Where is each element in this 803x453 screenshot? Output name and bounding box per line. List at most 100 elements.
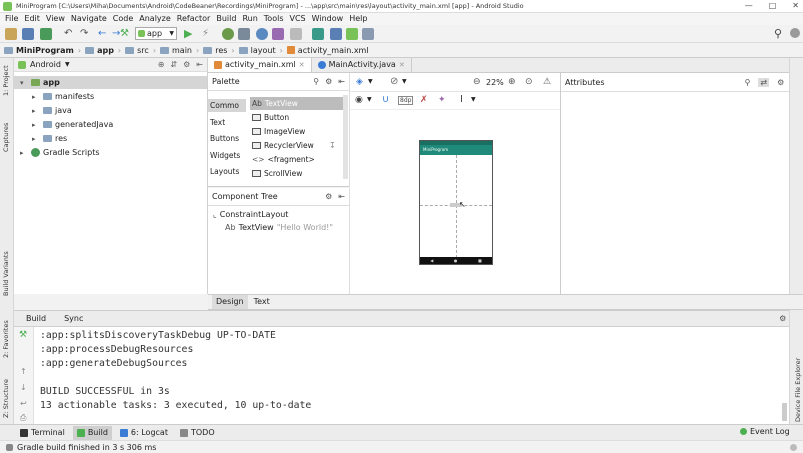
menu-file[interactable]: File: [2, 13, 21, 25]
build-hammer-icon[interactable]: ⚒: [19, 330, 27, 340]
palette-item-imageview[interactable]: ImageView: [250, 125, 348, 138]
gear-icon[interactable]: ⚙: [777, 78, 784, 87]
default-margins-icon[interactable]: 8dp: [398, 96, 414, 105]
menu-window[interactable]: Window: [309, 13, 347, 25]
hide-icon[interactable]: ⇤: [338, 77, 345, 86]
autoconnect-magnet-icon[interactable]: ∪: [382, 94, 389, 105]
tool-window-logcat[interactable]: 6: Logcat: [116, 426, 172, 440]
redo-icon[interactable]: ↷: [80, 28, 92, 40]
structure-tool-tab[interactable]: Z: Structure: [2, 379, 10, 418]
phone-preview[interactable]: MiniProgram ◀ ● ■: [419, 140, 493, 265]
chevron-right-icon[interactable]: ▸: [32, 93, 40, 101]
menu-edit[interactable]: Edit: [21, 13, 43, 25]
tree-item-gradle-scripts[interactable]: ▸ Gradle Scripts: [14, 146, 207, 159]
status-toggle-icon[interactable]: [6, 443, 13, 451]
tab-design[interactable]: Design: [212, 295, 248, 309]
coverage-icon[interactable]: [272, 28, 284, 40]
profile-icon[interactable]: [256, 28, 268, 40]
sync-icon[interactable]: [40, 28, 52, 40]
build-variants-tool-tab[interactable]: Build Variants: [2, 251, 10, 296]
attach-debugger-icon[interactable]: [238, 28, 250, 40]
build-tab-build[interactable]: Build: [26, 314, 46, 323]
gear-icon[interactable]: ⚙: [325, 192, 332, 201]
clear-constraints-icon[interactable]: ✗: [420, 95, 428, 105]
palette-item-button[interactable]: Button: [250, 111, 348, 124]
hide-icon[interactable]: ⇤: [196, 60, 203, 69]
wrap-icon[interactable]: ↩: [20, 399, 27, 408]
tab-mainactivity-java[interactable]: MainActivity.java ✕: [312, 58, 412, 72]
run-icon[interactable]: ▶: [184, 28, 196, 40]
project-tool-tab[interactable]: 1: Project: [2, 65, 10, 96]
event-indicator-icon[interactable]: [790, 443, 797, 451]
scroll-up-icon[interactable]: ↑: [20, 367, 27, 376]
palette-category-commo[interactable]: Commo: [208, 99, 246, 112]
search-icon[interactable]: ⚲: [774, 28, 786, 40]
tabs-overflow-icon[interactable]: [560, 58, 803, 73]
make-project-icon[interactable]: ⚒: [120, 28, 132, 40]
menu-build[interactable]: Build: [213, 13, 239, 25]
apply-changes-icon[interactable]: ⚡: [202, 28, 214, 40]
back-icon[interactable]: ←: [98, 28, 110, 40]
warning-icon[interactable]: ⚠: [543, 77, 551, 87]
tool-window-todo[interactable]: TODO: [176, 426, 219, 440]
search-icon[interactable]: ⚲: [745, 78, 751, 87]
close-icon[interactable]: ✕: [399, 58, 405, 72]
tab-activity_main-xml[interactable]: activity_main.xml ✕: [208, 58, 312, 72]
avd-manager-icon[interactable]: [330, 28, 342, 40]
print-icon[interactable]: ⎙: [20, 413, 26, 423]
hide-icon[interactable]: ⇤: [338, 192, 345, 201]
tree-item-generatedjava[interactable]: ▸ generatedJava: [14, 118, 207, 131]
zoom-in-icon[interactable]: ⊕: [508, 77, 516, 87]
orientation-icon[interactable]: ⊘: [390, 76, 398, 87]
breadcrumb-item[interactable]: activity_main.xml: [286, 46, 369, 55]
chevron-down-icon[interactable]: ▼: [368, 78, 373, 85]
eye-icon[interactable]: ◉: [355, 95, 363, 105]
tree-item-app[interactable]: ▾ app: [14, 76, 207, 89]
gear-icon[interactable]: ⚙: [183, 60, 190, 69]
palette-item-textview[interactable]: Ab TextView: [250, 97, 348, 110]
menu-view[interactable]: View: [43, 13, 68, 25]
breadcrumb-item[interactable]: main: [160, 46, 192, 55]
tree-item-textview[interactable]: Ab TextView "Hello World!": [225, 223, 333, 232]
build-tab-sync[interactable]: Sync: [64, 314, 83, 323]
captures-tool-tab[interactable]: Captures: [2, 123, 10, 152]
tree-item-constraintlayout[interactable]: ⌞ ConstraintLayout: [213, 210, 288, 219]
menu-refactor[interactable]: Refactor: [174, 13, 214, 25]
search-icon[interactable]: ⚲: [313, 77, 319, 86]
infer-constraints-icon[interactable]: ✦: [438, 95, 446, 105]
build-console[interactable]: :app:splitsDiscoveryTaskDebug UP-TO-DATE…: [40, 329, 311, 413]
breadcrumb-item[interactable]: res: [203, 46, 227, 55]
locate-icon[interactable]: ⊕: [158, 60, 165, 69]
chevron-down-icon[interactable]: ▼: [471, 96, 476, 103]
zoom-out-icon[interactable]: ⊖: [473, 77, 481, 87]
run-config-select[interactable]: app ▼: [135, 27, 177, 40]
chevron-down-icon[interactable]: ▼: [367, 96, 372, 103]
palette-category-text[interactable]: Text: [208, 116, 246, 129]
chevron-right-icon[interactable]: ▸: [32, 135, 40, 143]
collapse-icon[interactable]: ⇵: [170, 60, 177, 69]
zoom-fit-icon[interactable]: ⊙: [525, 77, 533, 87]
palette-category-buttons[interactable]: Buttons: [208, 132, 246, 145]
save-icon[interactable]: [22, 28, 34, 40]
menu-navigate[interactable]: Navigate: [68, 13, 110, 25]
breadcrumb-item[interactable]: src: [125, 46, 149, 55]
device-file-explorer-tab[interactable]: Device File Explorer: [794, 358, 802, 422]
palette-scrollbar[interactable]: [343, 95, 348, 179]
gradle-sync-icon[interactable]: [312, 28, 324, 40]
gear-icon[interactable]: ⚙: [325, 77, 332, 86]
guidelines-icon[interactable]: I: [460, 94, 463, 105]
chevron-down-icon[interactable]: ▼: [65, 61, 70, 68]
structure-icon[interactable]: [362, 28, 374, 40]
open-folder-icon[interactable]: [5, 28, 17, 40]
palette-item-fragment[interactable]: <> <fragment>: [250, 153, 348, 166]
chevron-right-icon[interactable]: ▸: [20, 149, 28, 157]
chevron-right-icon[interactable]: ▸: [32, 107, 40, 115]
tree-item-manifests[interactable]: ▸ manifests: [14, 90, 207, 103]
menu-vcs[interactable]: VCS: [287, 13, 309, 25]
breadcrumb-item[interactable]: layout: [238, 46, 276, 55]
event-log-button[interactable]: Event Log: [740, 427, 790, 436]
scroll-down-icon[interactable]: ↓: [20, 383, 27, 392]
sdk-manager-icon[interactable]: [346, 28, 358, 40]
project-view-selector[interactable]: Android: [30, 60, 61, 69]
tool-window-terminal[interactable]: Terminal: [16, 426, 69, 440]
